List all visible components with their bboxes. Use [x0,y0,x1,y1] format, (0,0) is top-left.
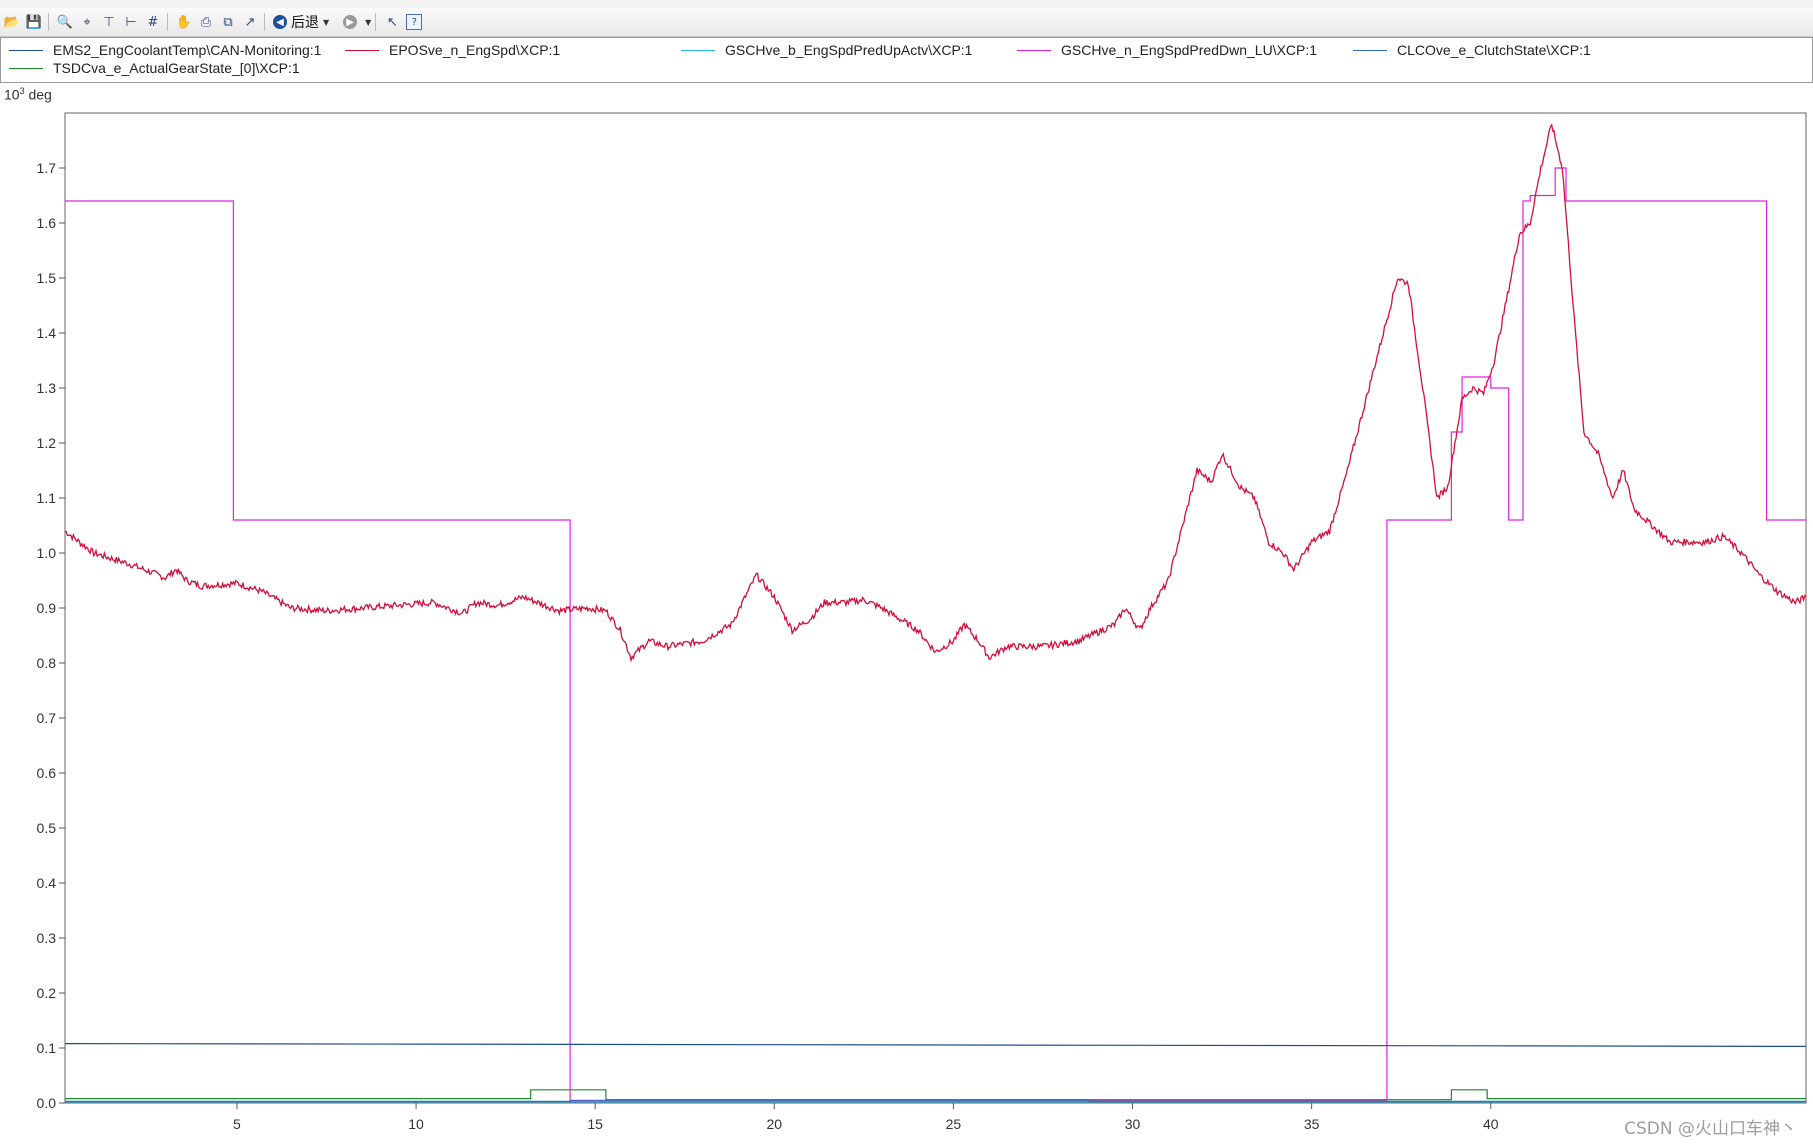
print-icon[interactable]: ⎙ [196,12,216,32]
legend-label: TSDCva_e_ActualGearState_[0]\XCP:1 [53,60,300,76]
help-icon[interactable]: ? [404,12,424,32]
legend-item[interactable]: EPOSve_n_EngSpd\XCP:1 [345,42,560,58]
x-tick-label: 20 [767,1116,783,1132]
y-tick-label: 0.6 [37,765,57,781]
grid-icon[interactable]: # [143,12,163,32]
back-arrow-icon: ◀ [273,15,287,29]
toolbar-separator [48,13,49,31]
legend-item[interactable]: TSDCva_e_ActualGearState_[0]\XCP:1 [9,60,300,76]
y-tick-label: 1.3 [37,380,57,396]
x-tick-label: 35 [1304,1116,1320,1132]
forward-button[interactable]: ▶ ▼ [343,15,371,29]
legend-swatch [681,49,715,51]
y-tick-label: 0.4 [37,875,57,891]
y-tick-label: 0.9 [37,600,57,616]
zoom-fit-icon[interactable]: ⌖ [77,12,97,32]
y-tick-label: 0.2 [37,985,57,1001]
export-icon[interactable]: ↗ [240,12,260,32]
signal-plot[interactable]: 0.0 0.1 0.2 0.3 0.4 0.5 0.6 0.7 0.8 0.9 1.0 1.1 1.2 1… [0,100,1813,1147]
back-dropdown-icon[interactable]: ▼ [323,18,329,27]
copy-icon[interactable]: ⧉ [218,12,238,32]
y-tick-label: 0.5 [37,820,57,836]
pointer-icon[interactable]: ↖ [382,12,402,32]
back-label: 后退 [291,15,319,31]
y-unit-exponent: 3 [19,86,25,96]
y-tick-label: 1.4 [37,325,57,341]
toolbar-separator [264,13,265,31]
y-tick-label: 0.7 [37,710,57,726]
legend-swatch [1353,49,1387,51]
y-tick-label: 1.2 [37,435,57,451]
axis-x-icon[interactable]: ⊤ [99,12,119,32]
legend-swatch [345,49,379,51]
legend-swatch [9,49,43,51]
save-icon[interactable]: 💾 [24,12,44,32]
watermark: CSDN @火山口车神丶 [1624,1119,1797,1139]
toolbar: 📂 💾 🔍 ⌖ ⊤ ⊢ # ✋ ⎙ ⧉ ↗ ◀ 后退 ▼ ▶ ▼ ↖ ? [0,8,1813,37]
x-tick-label: 25 [946,1116,962,1132]
legend-item[interactable]: EMS2_EngCoolantTemp\CAN-Monitoring:1 [9,42,321,58]
y-tick-label: 0.8 [37,655,57,671]
x-tick-label: 5 [233,1116,241,1132]
x-tick-label: 40 [1483,1116,1499,1132]
help-box: ? [406,14,423,30]
y-tick-label: 0.3 [37,930,57,946]
y-tick-label: 1.1 [37,490,57,506]
legend-swatch [1017,49,1051,51]
y-tick-label: 0.0 [37,1095,57,1111]
zoom-in-icon[interactable]: 🔍 [55,12,75,32]
toolbar-separator [167,13,168,31]
toolbar-separator [375,13,377,31]
legend-label: EMS2_EngCoolantTemp\CAN-Monitoring:1 [53,42,322,58]
forward-arrow-icon: ▶ [343,15,358,29]
y-tick-label: 1.5 [37,270,57,286]
legend-item[interactable]: CLCOve_e_ClutchState\XCP:1 [1353,42,1591,58]
plot-area [64,112,1807,1104]
signal-legend: EMS2_EngCoolantTemp\CAN-Monitoring:1 EPO… [0,37,1813,83]
y-tick-label: 0.1 [37,1040,57,1056]
open-folder-icon[interactable]: 📂 [2,12,22,32]
y-tick-label: 1.7 [37,160,57,176]
pan-icon[interactable]: ✋ [174,12,194,32]
legend-item[interactable]: GSCHve_n_EngSpdPredDwn_LU\XCP:1 [1017,42,1317,58]
legend-label: GSCHve_n_EngSpdPredDwn_LU\XCP:1 [1061,42,1318,58]
back-button[interactable]: ◀ 后退 ▼ [273,12,329,32]
legend-label: CLCOve_e_ClutchState\XCP:1 [1397,42,1591,58]
legend-swatch [9,67,43,69]
x-tick-label: 30 [1125,1116,1141,1132]
legend-item[interactable]: GSCHve_b_EngSpdPredUpActv\XCP:1 [681,42,972,58]
x-tick-label: 10 [408,1116,424,1132]
forward-dropdown-icon[interactable]: ▼ [365,18,371,27]
x-tick-label: 15 [587,1116,603,1132]
y-tick-label: 1.0 [37,545,57,561]
menu-bar[interactable] [0,0,1813,8]
y-tick-label: 1.6 [37,215,57,231]
legend-label: EPOSve_n_EngSpd\XCP:1 [389,42,561,58]
legend-label: GSCHve_b_EngSpdPredUpActv\XCP:1 [725,42,973,58]
series-line [65,1100,1806,1102]
axis-y-icon[interactable]: ⊢ [121,12,141,32]
